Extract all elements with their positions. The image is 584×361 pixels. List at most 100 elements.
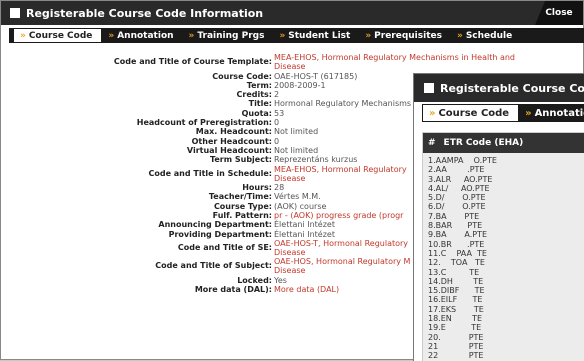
tab-schedule[interactable]: » Schedule (451, 28, 521, 43)
list-item[interactable]: 12. TOA TE (428, 258, 584, 267)
list-item[interactable]: 2.AA .PTE (428, 165, 584, 174)
detail-value: Vértes M.M. (274, 192, 321, 202)
detail-label: Code and Title of SE: (177, 242, 272, 252)
list-item[interactable]: 3.ALR AO.PTE (428, 175, 584, 184)
detail-label: Code and Title of Subject: (155, 261, 272, 271)
detail-label: More data (DAL): (194, 285, 272, 295)
list-item[interactable]: 4.AL/ AO.PTE (428, 184, 584, 193)
list-item[interactable]: 14.DH TE (428, 277, 584, 286)
detail-value: Not limited (274, 127, 319, 137)
tab-bar: » Course Code » Annotation » Training Prgs … (9, 28, 584, 43)
list-item[interactable]: 9.BA A.PTE (428, 230, 584, 239)
list-item[interactable]: 13.C TE (428, 268, 584, 277)
detail-value: Reprezentáns kurzus (274, 155, 358, 165)
detail-value: Élettani Intézet (274, 220, 335, 230)
detail-label: Term Subject: (209, 155, 272, 165)
window-title: Registerable Course Code Information (26, 6, 264, 20)
list-item[interactable]: 22 PTE (428, 351, 584, 360)
detail-label: Hours: (242, 183, 272, 192)
window-icon (424, 83, 434, 93)
overlay-tab-annotation[interactable]: »Annotatio (519, 104, 584, 122)
detail-label: Fulf. Pattern: (212, 210, 272, 220)
tab-training-prgs[interactable]: » Training Prgs (183, 28, 274, 43)
detail-label: Quota: (241, 108, 272, 118)
arrow-icon: » (108, 30, 115, 41)
column-index-header: # (428, 138, 436, 148)
detail-value-link[interactable]: More data (DAL) (274, 285, 339, 294)
list-item[interactable]: 18.EN TE (428, 314, 584, 323)
list-item[interactable]: 11.C PAA TE (428, 249, 584, 258)
detail-value: 2008-2009-1 (274, 80, 326, 90)
detail-value: Hormonal Regulatory Mechanisms (274, 99, 412, 109)
detail-value-link[interactable]: pr - (AOK) progress grade (progr (274, 211, 403, 220)
course-code-window: Registerable Course Code Information Clo… (0, 0, 584, 361)
list-item[interactable]: 7.BA PTE (428, 212, 584, 221)
arrow-icon: » (525, 107, 532, 119)
arrow-icon: » (365, 30, 372, 41)
detail-value: Not limited (274, 145, 319, 155)
detail-value: 0 (274, 136, 280, 146)
detail-label: Providing Department: (168, 229, 272, 239)
detail-value: 0 (274, 118, 280, 127)
window-titlebar: Registerable Course Code Information (1, 1, 583, 25)
detail-label: Virtual Headcount: (186, 145, 272, 155)
detail-value: Élettani Intézet (274, 229, 335, 239)
arrow-icon: » (188, 30, 195, 41)
overlay-titlebar: Registerable Course Code I (414, 74, 584, 102)
window-icon (10, 8, 20, 18)
arrow-icon: » (20, 30, 26, 41)
detail-value-link[interactable]: OAE-HOS, Hormonal Regulatory M (274, 257, 410, 266)
list-item[interactable]: 15.DIBF TE (428, 286, 584, 295)
arrow-icon: » (456, 30, 463, 41)
detail-label: Announcing Department: (158, 220, 272, 230)
column-etr-code-header[interactable]: ETR Code (EHA) (444, 138, 524, 148)
tab-annotation[interactable]: » Annotation (102, 28, 182, 43)
list-item[interactable]: 19.E TE (428, 323, 584, 332)
detail-value: 53 (274, 108, 285, 118)
detail-label: Locked: (237, 275, 272, 285)
list-item[interactable]: 8.BAR PTE (428, 221, 584, 230)
detail-value: (AOK) course (274, 201, 327, 211)
detail-label: Code and Title of Course Template: (113, 57, 272, 66)
overlay-tab-course-code[interactable]: » Course Code (422, 104, 520, 122)
detail-value-link[interactable]: Disease (274, 174, 305, 183)
list-item[interactable]: 16.EILF TE (428, 295, 584, 304)
list-item[interactable]: 10.BR .PTE (428, 240, 584, 249)
detail-label: Code and Title in Schedule: (148, 168, 272, 178)
detail-value: Yes (274, 275, 287, 285)
tab-course-code[interactable]: » Course Code (13, 28, 103, 43)
list-item[interactable]: 1.AAMPA O.PTE (428, 156, 584, 165)
detail-label: Teacher/Time: (208, 192, 272, 202)
arrow-icon: » (429, 107, 436, 119)
list-item[interactable]: 6.D/ O.PTE (428, 202, 584, 211)
detail-label: Credits: (236, 90, 273, 100)
overlay-window: Registerable Course Code I »Course Code … (413, 73, 584, 361)
detail-value-link[interactable]: Disease (274, 248, 305, 257)
detail-label: Other Headcount: (191, 136, 272, 146)
detail-label: Max. Headcount: (195, 127, 272, 137)
overlay-tab-bar: »Course Code »Annotatio (422, 104, 584, 122)
detail-value-link[interactable]: Disease (274, 266, 305, 275)
list-item[interactable]: 5.D/ O.PTE (428, 193, 584, 202)
detail-label: Term: (246, 80, 272, 90)
arrow-icon: » (279, 30, 286, 41)
detail-value-link[interactable]: MEA-EHOS, Hormonal Regulatory (274, 165, 407, 174)
list-item[interactable]: 17.EKS TE (428, 305, 584, 314)
detail-value-link[interactable]: OAE-HOS-T, Hormonal Regulatory (274, 239, 408, 248)
etr-code-list: 1.AAMPA O.PTE 2.AA .PTE 3.ALR AO.PTE 4.AL/ … (423, 153, 584, 361)
detail-label: Headcount of Preregistration: (136, 118, 272, 127)
overlay-title: Registerable Course Code I (440, 81, 584, 95)
list-item[interactable]: 21 PTE (428, 342, 584, 351)
detail-value-link[interactable]: Disease (274, 62, 305, 71)
tab-student-list[interactable]: » Student List (273, 28, 359, 43)
detail-label: Course Type: (213, 201, 272, 211)
detail-value: 28 (274, 183, 285, 192)
etr-code-table: # ETR Code (EHA) 1.AAMPA O.PTE 2.AA .PTE 3… (422, 132, 584, 361)
detail-label: Course Code: (212, 71, 272, 81)
detail-value: 2 (274, 90, 280, 100)
detail-value-link[interactable]: MEA-EHOS, Hormonal Regulatory Mechanisms… (274, 53, 515, 62)
detail-value: OAE-HOS-T (617185) (274, 71, 358, 81)
list-item[interactable]: 20. PTE (428, 333, 584, 342)
tab-prerequisites[interactable]: » Prerequisites (359, 28, 451, 43)
detail-label: Title: (248, 99, 272, 109)
